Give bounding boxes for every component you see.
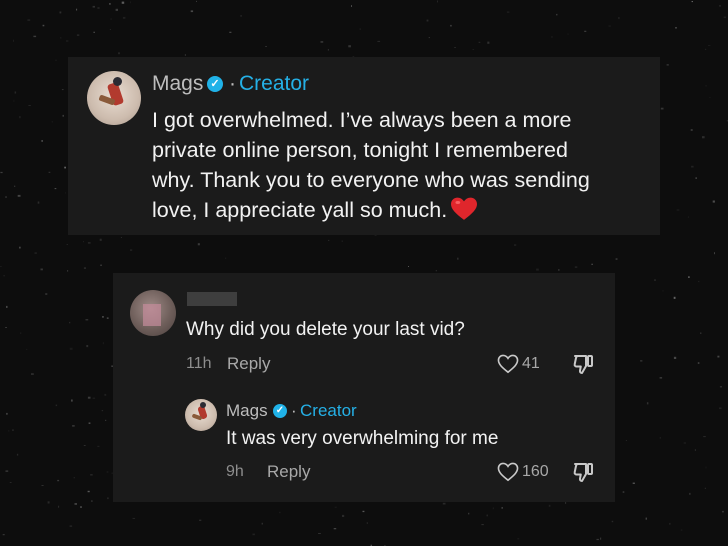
heart-outline-icon[interactable] — [497, 462, 519, 482]
creator-badge: Creator — [239, 72, 310, 95]
post-text-line: why. Thank you to everyone who was sendi… — [152, 168, 590, 192]
comment-like-count: 41 — [522, 355, 540, 372]
post-text-line: private online person, tonight I remembe… — [152, 138, 568, 162]
reply-author-name[interactable]: Mags — [226, 401, 268, 421]
comment-thread-card: Why did you delete your last vid? 11h Re… — [113, 273, 615, 502]
thumbs-down-icon[interactable] — [572, 460, 596, 484]
separator-dot: · — [291, 401, 297, 420]
separator-dot: · — [229, 72, 236, 95]
verified-check-icon: ✓ — [207, 76, 223, 92]
post-author-name[interactable]: Mags — [152, 72, 203, 96]
post-text-line: love, I appreciate yall so much. — [152, 195, 652, 225]
commenter-avatar-blurred[interactable] — [130, 290, 176, 336]
red-heart-emoji — [451, 197, 478, 220]
thumbs-down-icon[interactable] — [572, 352, 596, 376]
commenter-name-redacted — [187, 292, 237, 306]
reply-text: It was very overwhelming for me — [226, 428, 499, 449]
comment-reply-button[interactable]: Reply — [227, 354, 270, 374]
post-text-line: I got overwhelmed. I’ve always been a mo… — [152, 108, 572, 132]
reply-author-avatar[interactable] — [185, 399, 217, 431]
reply-like-count: 160 — [522, 463, 549, 480]
comment-time: 11h — [186, 355, 212, 372]
reply-time: 9h — [226, 463, 244, 480]
post-text: I got overwhelmed. I’ve always been a mo… — [152, 105, 652, 225]
comment-text: Why did you delete your last vid? — [186, 319, 465, 340]
creator-post-card: Mags ✓ · Creator I got overwhelmed. I’ve… — [68, 57, 660, 235]
verified-check-icon: ✓ — [273, 404, 287, 418]
creator-avatar[interactable] — [87, 71, 141, 125]
reply-creator-badge: Creator — [300, 401, 357, 420]
reply-reply-button[interactable]: Reply — [267, 462, 310, 482]
heart-outline-icon[interactable] — [497, 354, 519, 374]
